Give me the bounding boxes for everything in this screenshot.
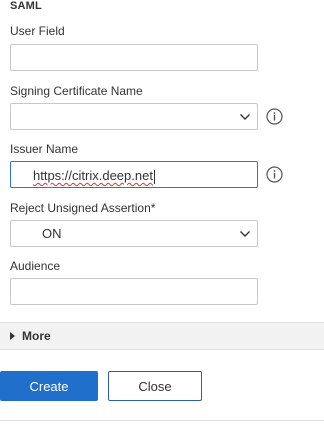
- issuer-name-value: https://citrix.deep.net: [33, 168, 153, 183]
- more-expander[interactable]: More: [0, 322, 324, 350]
- text-caret: [153, 169, 155, 184]
- issuer-name-label: Issuer Name: [10, 142, 79, 156]
- reject-unsigned-assertion-label: Reject Unsigned Assertion*: [10, 201, 156, 215]
- signing-certificate-name-select[interactable]: [10, 103, 258, 130]
- reject-unsigned-assertion-select[interactable]: ON: [10, 220, 258, 247]
- section-title: SAML: [10, 0, 42, 12]
- audience-label: Audience: [10, 259, 61, 273]
- issuer-name-value-wrap: https://citrix.deep.net: [33, 168, 155, 184]
- more-label: More: [22, 329, 51, 343]
- form-footer: Create Close: [0, 350, 324, 429]
- issuer-name-input[interactable]: https://citrix.deep.net: [10, 161, 258, 188]
- user-field-label: User Field: [10, 24, 65, 38]
- create-button[interactable]: Create: [0, 371, 98, 401]
- divider: [0, 420, 324, 421]
- signing-certificate-name-label: Signing Certificate Name: [10, 84, 143, 98]
- user-field-input[interactable]: [10, 44, 258, 71]
- chevron-down-icon: [240, 114, 250, 120]
- info-icon[interactable]: [266, 108, 283, 125]
- saml-form: SAML User Field Signing Certificate Name…: [0, 0, 324, 429]
- info-icon[interactable]: [266, 166, 283, 183]
- caret-right-icon: [10, 332, 15, 340]
- audience-input[interactable]: [10, 278, 258, 305]
- close-button[interactable]: Close: [108, 371, 202, 401]
- chevron-down-icon: [240, 231, 250, 237]
- reject-unsigned-assertion-value: ON: [42, 226, 62, 241]
